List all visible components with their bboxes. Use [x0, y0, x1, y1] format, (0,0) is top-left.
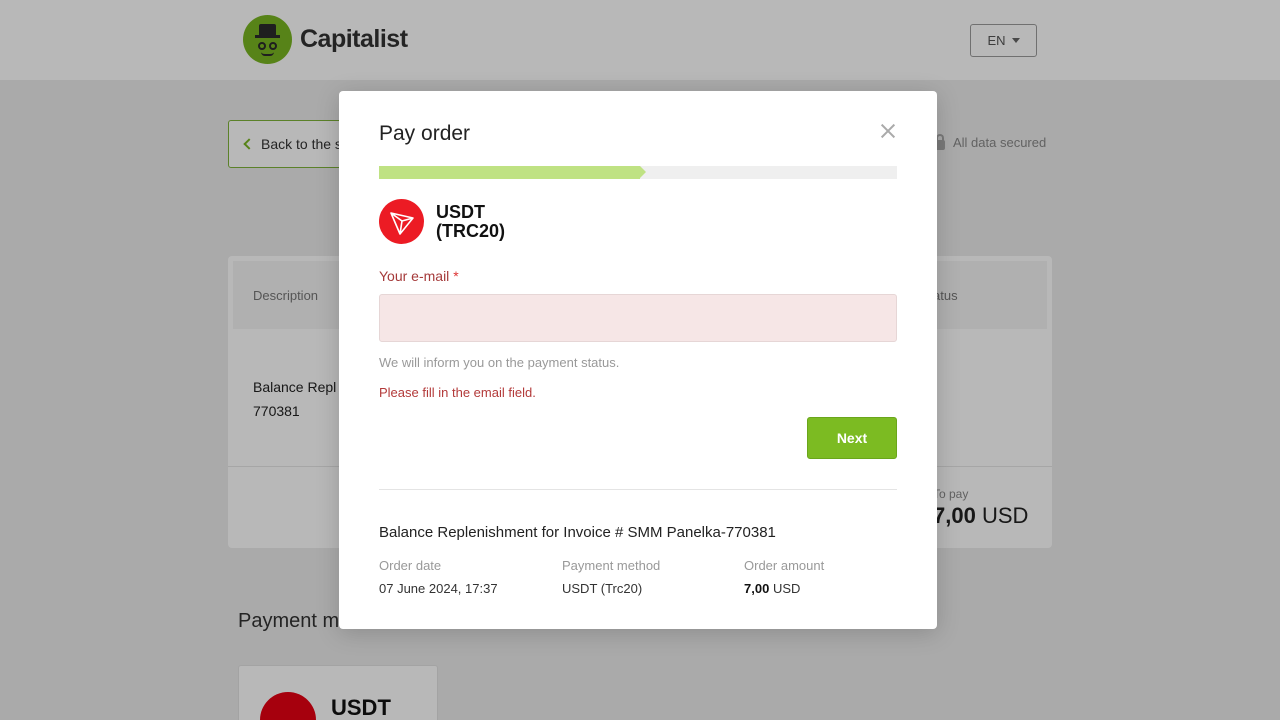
email-label-text: Your e-mail — [379, 268, 450, 284]
pay-order-modal: Pay order USDT (TRC20) Your e-mail * We … — [339, 91, 937, 629]
tron-icon — [379, 199, 424, 244]
order-amount: Order amount 7,00 USD — [744, 558, 824, 596]
payment-method: Payment method USDT (Trc20) — [562, 558, 660, 596]
order-amount-currency: USD — [772, 581, 801, 596]
order-date: Order date 07 June 2024, 17:37 — [379, 558, 498, 596]
modal-title: Pay order — [379, 122, 471, 145]
order-amount-value-wrap: 7,00 USD — [744, 581, 824, 596]
progress-bar — [379, 166, 897, 179]
email-label: Your e-mail * — [379, 268, 459, 284]
order-amount-label: Order amount — [744, 558, 825, 573]
email-field[interactable] — [379, 294, 897, 342]
order-date-value: 07 June 2024, 17:37 — [379, 581, 498, 596]
close-icon[interactable] — [879, 122, 897, 140]
progress-tip — [640, 166, 646, 178]
order-amount-value: 7,00 — [744, 581, 770, 596]
required-mark: * — [453, 268, 459, 284]
order-date-label: Order date — [379, 558, 442, 573]
selected-payment-method: USDT (TRC20) — [379, 199, 505, 244]
progress-fill — [379, 166, 640, 179]
email-hint: We will inform you on the payment status… — [379, 355, 620, 370]
email-error: Please fill in the email field. — [379, 385, 536, 400]
next-button[interactable]: Next — [807, 417, 897, 459]
payment-method-label: Payment method — [562, 558, 661, 573]
payment-method-value: USDT (Trc20) — [562, 581, 643, 596]
order-summary-title: Balance Replenishment for Invoice # SMM … — [379, 524, 776, 541]
method-name: USDT (TRC20) — [436, 201, 506, 241]
divider — [379, 489, 897, 490]
